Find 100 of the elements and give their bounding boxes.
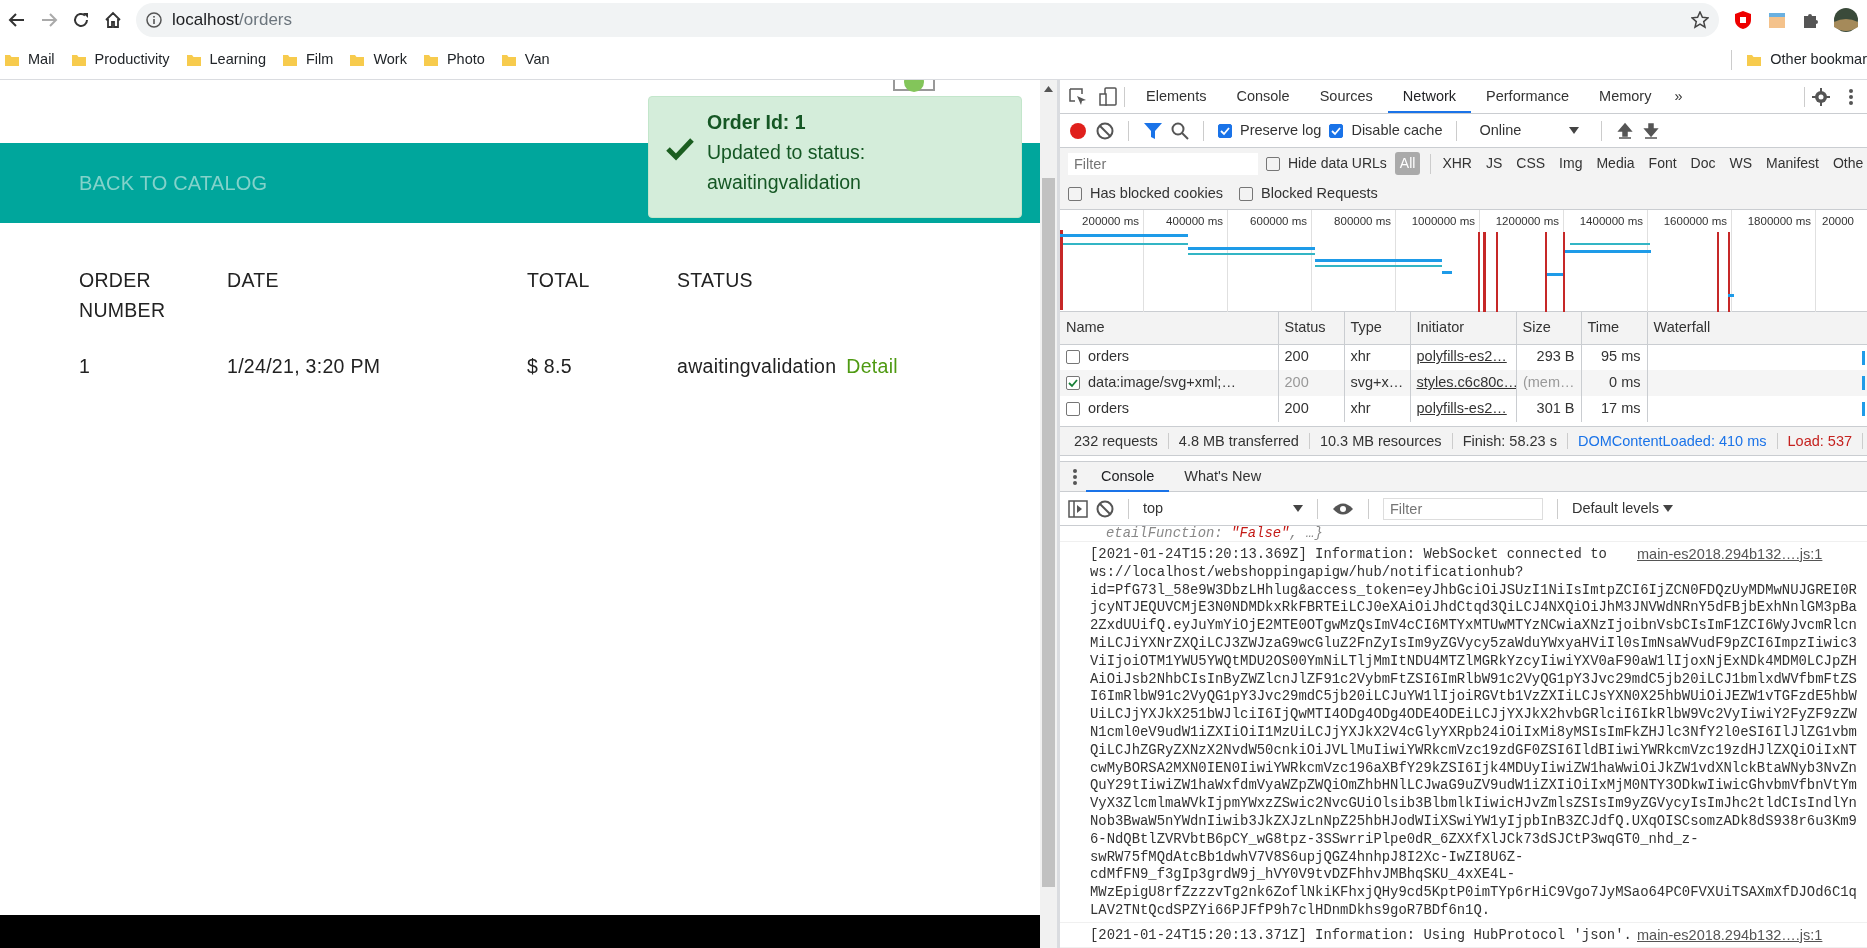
shield-icon[interactable] [1733,10,1753,30]
column-header[interactable]: Time [1581,312,1647,344]
disable-cache-label: Disable cache [1351,120,1443,140]
column-header[interactable]: Status [1278,312,1344,344]
table-cell: 0 ms [1609,374,1641,391]
reload-icon[interactable] [72,11,90,29]
toast-title: Order Id: 1 [707,110,807,135]
console-text: Nob3BwaW5nYWdnIiwib3JkZXJzLnNpZ25hbHJodWIiXSwiYW1yIjpbInB3ZCJdfQ.UXqOISCsomzADk8dS938r6u3Km9 [1090,812,1857,831]
type-filter[interactable]: Img [1554,152,1588,175]
bookmark-link[interactable]: Film [282,48,350,71]
table-cell: $ 8.5 [527,355,572,377]
type-filter[interactable]: XHR [1437,152,1477,175]
upload-icon[interactable] [1616,121,1635,140]
eye-icon[interactable] [1332,501,1354,516]
bookmark-link[interactable]: Learning [185,48,282,71]
row-checkbox[interactable] [1066,350,1080,365]
checkbox[interactable] [1329,123,1344,138]
table-cell: 200 [1284,348,1309,365]
devtools-tab[interactable]: Sources [1304,80,1388,113]
scrollbar[interactable] [1040,80,1057,948]
column-header[interactable]: Initiator [1410,312,1516,344]
tick-label: 1600000 ms [1663,215,1727,227]
row-checkbox[interactable] [1066,376,1080,390]
summary-text: 4.8 MB transferred [1168,433,1310,449]
context-select[interactable]: top [1143,497,1303,520]
drawer-tab[interactable]: What's New [1169,461,1277,492]
profile-avatar-icon[interactable] [1833,7,1859,33]
type-filter[interactable]: Media [1591,152,1640,175]
source-link[interactable]: main-es2018.294b132….js:1 [1637,926,1823,945]
sidebar-icon[interactable] [1068,499,1088,518]
checkbox[interactable] [1266,156,1280,171]
column-header: DATE [227,268,280,293]
bookmark-link[interactable]: Van [500,48,566,71]
more-tabs-button[interactable]: » [1666,85,1691,108]
clear-icon[interactable] [1096,499,1114,518]
table-cell: 1/24/21, 3:20 PM [227,355,381,377]
levels-select[interactable]: Default levels [1572,497,1674,520]
bookmark-link[interactable]: Productivity [70,48,186,71]
checkbox[interactable] [1239,187,1253,201]
back-icon[interactable] [8,11,26,29]
type-filter[interactable]: Othe [1828,152,1867,175]
more-menu-icon[interactable] [1847,86,1855,107]
bookmark-link[interactable]: Work [349,48,423,71]
column-header[interactable]: Type [1344,312,1410,344]
console-text: 6-NdQBtlZVRVbtB6pCY_wG8tpz-3SSwrriPlpe0dR_6ZXXfXlJCk73dSJCtP3wqGT0_nhd_z- [1090,830,1699,849]
inspect-icon[interactable] [1068,86,1088,107]
home-icon[interactable] [104,11,122,29]
checkbox[interactable] [1218,123,1232,138]
type-filter[interactable]: Font [1643,152,1682,175]
table-cell-text: orders [1088,399,1130,419]
bookmark-link[interactable]: Mail [4,48,71,71]
bookmark-link[interactable]: Photo [422,48,501,71]
more-menu-icon[interactable] [1072,467,1078,486]
type-filter[interactable]: Doc [1685,152,1721,175]
puzzle-icon[interactable] [1801,11,1819,29]
checkbox[interactable] [1068,187,1082,201]
filter-field[interactable]: Filter [1068,152,1258,175]
source-link[interactable]: main-es2018.294b132….js:1 [1637,546,1823,564]
column-header: TOTAL [527,268,591,293]
bookmark-link[interactable]: Other bookmar [1746,48,1867,71]
detail-link[interactable]: Detail [846,355,898,377]
type-filter[interactable]: Manifest [1761,152,1824,175]
record-icon[interactable] [1068,120,1088,141]
filter-field[interactable]: Filter [1383,497,1543,520]
filter-icon[interactable] [1143,121,1163,140]
settings-icon[interactable] [1811,86,1831,107]
initiator-link[interactable]: polyfills-es2… [1416,400,1507,417]
column-header[interactable]: Waterfall [1647,312,1867,344]
drawer-tab[interactable]: Console [1086,461,1170,492]
devtools-tab[interactable]: Network [1387,80,1472,113]
type-filter[interactable]: CSS [1511,152,1551,175]
throttle-select[interactable]: Online [1471,119,1588,142]
tick-label: 1200000 ms [1495,215,1559,227]
console-text: I6ImRlbW91c2VyQG1pY3Jvc29mdC5jb20iLCJuYW1lIjoiRGVtb1VzZXIiLCJsYXN0X25hbWUiOiJEZW1vTGFzdE5hbW [1090,688,1857,707]
clear-icon[interactable] [1096,121,1114,140]
console-text: QiLCJhZGRyZXNzX2NvdW50cnkiOiJVLlMuIiwiYWRkcmVzc19zdGF0ZSI6IldBIiwiYWRkcmVzc19zdHJlZXQiOiIxNT [1090,741,1857,760]
download-icon[interactable] [1642,121,1661,140]
type-filter[interactable]: WS [1724,152,1758,175]
devtools-tab[interactable]: Console [1221,80,1305,113]
row-checkbox[interactable] [1066,402,1080,416]
table-cell: xhr [1350,348,1371,365]
column-header[interactable]: Name [1060,312,1278,344]
toast-message: Updated to status: awaitingvalidation [707,140,867,195]
console-text: QuY29tIiwiZW1haWxfdmVyaWZpZWQiOmZhbHNlLCJwaG9uZV9udW1iZXIiOiIxMjM0NTY3ODkwIiwicGhvbmVfbnVtYm [1090,777,1857,796]
summary-text: Finish: 58.23 s [1452,433,1568,449]
devtools-tab[interactable]: Elements [1131,80,1222,113]
column-header[interactable]: Size [1516,312,1581,344]
type-filter[interactable]: JS [1480,152,1508,175]
info-icon [146,12,162,28]
address-bar[interactable]: localhost/orders [136,3,1719,37]
url-text: localhost/orders [172,9,293,32]
summary-text: DOMContentLoaded: 410 ms [1567,433,1778,449]
console-text: UiLCJjYXJkX251bWJlciI6IjQwMTI4ODg4ODg4ODE4ODEiLCJjYXJkX2hvbGRlciI6IkRlbW9Vc2VyIiwiY2FyZF9zZW [1090,706,1857,724]
bookmark-star-icon[interactable] [1691,11,1709,29]
devtools-tab[interactable]: Performance [1471,80,1585,113]
search-icon[interactable] [1171,121,1189,140]
initiator-link[interactable]: polyfills-es2… [1416,348,1507,365]
check-icon [665,137,695,161]
devtools-tab[interactable]: Memory [1584,80,1667,113]
device-icon[interactable] [1098,86,1118,107]
